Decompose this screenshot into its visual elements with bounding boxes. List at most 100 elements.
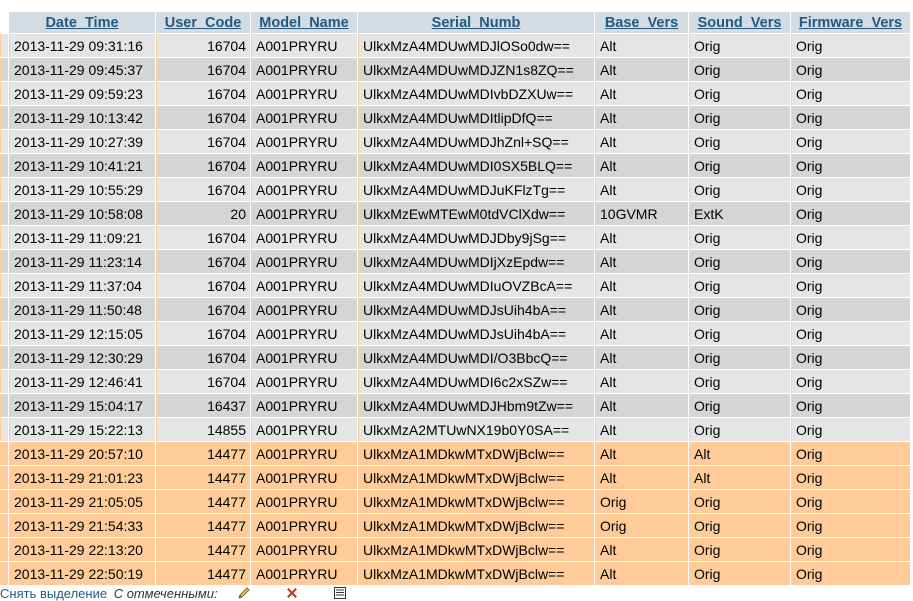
cell-base-vers: Alt xyxy=(595,418,688,441)
cell-date-time: 2013-11-29 12:15:05 xyxy=(9,322,155,345)
cell-sound-vers: Orig xyxy=(689,418,790,441)
cell-serial-numb: UlkxMzA4MDUwMDI0SX5BLQ== xyxy=(358,154,594,177)
cell-date-time: 2013-11-29 21:54:33 xyxy=(9,514,155,537)
cell-date-time: 2013-11-29 12:30:29 xyxy=(9,346,155,369)
row-marker[interactable] xyxy=(0,418,8,441)
table-row[interactable]: 2013-11-29 11:50:48 16704 A001PRYRU UlkxMzA… xyxy=(0,298,910,321)
row-marker[interactable] xyxy=(0,370,8,393)
table-body: 2013-11-29 09:31:16 16704 A001PRYRU UlkxMzA… xyxy=(0,34,910,585)
table-row[interactable]: 2013-11-29 22:50:19 14477 A001PRYRU UlkxMzA… xyxy=(0,562,910,585)
table-row[interactable]: 2013-11-29 10:41:21 16704 A001PRYRU UlkxMzA… xyxy=(0,154,910,177)
cell-model-name: A001PRYRU xyxy=(251,394,357,417)
cell-base-vers: Alt xyxy=(595,538,688,561)
row-marker[interactable] xyxy=(0,34,8,57)
cell-serial-numb: UlkxMzA1MDkwMTxDWjBclw== xyxy=(358,562,594,585)
cell-user-code: 16704 xyxy=(156,346,250,369)
row-marker[interactable] xyxy=(0,202,8,225)
row-marker[interactable] xyxy=(0,106,8,129)
row-marker[interactable] xyxy=(0,178,8,201)
column-header-date-time[interactable]: Date_Time xyxy=(9,12,155,33)
table-row[interactable]: 2013-11-29 09:45:37 16704 A001PRYRU UlkxMzA… xyxy=(0,58,910,81)
row-marker[interactable] xyxy=(0,226,8,249)
row-marker[interactable] xyxy=(0,322,8,345)
cell-serial-numb: UlkxMzA1MDkwMTxDWjBclw== xyxy=(358,538,594,561)
row-marker[interactable] xyxy=(0,154,8,177)
column-header-base-vers[interactable]: Base_Vers xyxy=(595,12,688,33)
cell-serial-numb: UlkxMzA4MDUwMDIjXzEpdw== xyxy=(358,250,594,273)
cell-sound-vers: Orig xyxy=(689,130,790,153)
row-marker[interactable] xyxy=(0,58,8,81)
row-marker[interactable] xyxy=(0,538,8,561)
row-marker[interactable] xyxy=(0,442,8,465)
cell-sound-vers: Orig xyxy=(689,346,790,369)
cell-serial-numb: UlkxMzA4MDUwMDIuOVZBcA== xyxy=(358,274,594,297)
pencil-icon[interactable] xyxy=(237,586,251,600)
cell-base-vers: Alt xyxy=(595,442,688,465)
export-icon[interactable] xyxy=(333,586,347,600)
table-row[interactable]: 2013-11-29 11:09:21 16704 A001PRYRU UlkxMzA… xyxy=(0,226,910,249)
table-row[interactable]: 2013-11-29 11:23:14 16704 A001PRYRU UlkxMzA… xyxy=(0,250,910,273)
cell-date-time: 2013-11-29 20:57:10 xyxy=(9,442,155,465)
column-header-model-name[interactable]: Model_Name xyxy=(251,12,357,33)
table-row[interactable]: 2013-11-29 09:31:16 16704 A001PRYRU UlkxMzA… xyxy=(0,34,910,57)
cell-user-code: 16704 xyxy=(156,250,250,273)
table-row[interactable]: 2013-11-29 09:59:23 16704 A001PRYRU UlkxMzA… xyxy=(0,82,910,105)
row-marker[interactable] xyxy=(0,250,8,273)
cell-sound-vers: Orig xyxy=(689,490,790,513)
cell-serial-numb: UlkxMzA4MDUwMDJhZnl+SQ== xyxy=(358,130,594,153)
cell-date-time: 2013-11-29 10:58:08 xyxy=(9,202,155,225)
column-header-user-code[interactable]: User_Code xyxy=(156,12,250,33)
cell-serial-numb: UlkxMzA1MDkwMTxDWjBclw== xyxy=(358,466,594,489)
table-row[interactable]: 2013-11-29 12:15:05 16704 A001PRYRU UlkxMzA… xyxy=(0,322,910,345)
row-marker[interactable] xyxy=(0,298,8,321)
row-marker[interactable] xyxy=(0,514,8,537)
row-marker[interactable] xyxy=(0,346,8,369)
cell-sound-vers: Alt xyxy=(689,442,790,465)
cell-model-name: A001PRYRU xyxy=(251,562,357,585)
cell-sound-vers: Orig xyxy=(689,106,790,129)
cell-serial-numb: UlkxMzA2MTUwNX19b0Y0SA== xyxy=(358,418,594,441)
table-row[interactable]: 2013-11-29 10:55:29 16704 A001PRYRU UlkxMzA… xyxy=(0,178,910,201)
table-row[interactable]: 2013-11-29 21:54:33 14477 A001PRYRU UlkxMzA… xyxy=(0,514,910,537)
cell-firmware-vers: Orig xyxy=(791,154,910,177)
row-marker[interactable] xyxy=(0,130,8,153)
top-spacer xyxy=(0,0,913,11)
column-header-serial-numb[interactable]: Serial_Numb xyxy=(358,12,594,33)
row-marker[interactable] xyxy=(0,274,8,297)
cell-model-name: A001PRYRU xyxy=(251,490,357,513)
row-marker[interactable] xyxy=(0,466,8,489)
row-marker[interactable] xyxy=(0,394,8,417)
uncheck-all-link[interactable]: Снять выделение xyxy=(0,586,107,601)
row-marker[interactable] xyxy=(0,562,8,585)
cell-user-code: 14477 xyxy=(156,538,250,561)
table-row[interactable]: 2013-11-29 21:01:23 14477 A001PRYRU UlkxMzA… xyxy=(0,466,910,489)
cell-serial-numb: UlkxMzA1MDkwMTxDWjBclw== xyxy=(358,442,594,465)
cell-serial-numb: UlkxMzA4MDUwMDJsUih4bA== xyxy=(358,298,594,321)
table-row[interactable]: 2013-11-29 11:37:04 16704 A001PRYRU UlkxMzA… xyxy=(0,274,910,297)
table-row[interactable]: 2013-11-29 20:57:10 14477 A001PRYRU UlkxMzA… xyxy=(0,442,910,465)
row-marker[interactable] xyxy=(0,490,8,513)
row-marker[interactable] xyxy=(0,82,8,105)
cell-user-code: 16704 xyxy=(156,370,250,393)
cell-base-vers: Alt xyxy=(595,562,688,585)
cell-date-time: 2013-11-29 11:50:48 xyxy=(9,298,155,321)
cell-firmware-vers: Orig xyxy=(791,370,910,393)
delete-icon[interactable] xyxy=(285,586,299,600)
table-row[interactable]: 2013-11-29 10:58:08 20 A001PRYRU UlkxMzEwMT… xyxy=(0,202,910,225)
table-row[interactable]: 2013-11-29 21:05:05 14477 A001PRYRU UlkxMzA… xyxy=(0,490,910,513)
table-row[interactable]: 2013-11-29 15:22:13 14855 A001PRYRU UlkxMzA… xyxy=(0,418,910,441)
table-row[interactable]: 2013-11-29 22:13:20 14477 A001PRYRU UlkxMzA… xyxy=(0,538,910,561)
table-row[interactable]: 2013-11-29 10:13:42 16704 A001PRYRU UlkxMzA… xyxy=(0,106,910,129)
cell-base-vers: Alt xyxy=(595,226,688,249)
table-row[interactable]: 2013-11-29 10:27:39 16704 A001PRYRU UlkxMzA… xyxy=(0,130,910,153)
table-row[interactable]: 2013-11-29 15:04:17 16437 A001PRYRU UlkxMzA… xyxy=(0,394,910,417)
cell-date-time: 2013-11-29 22:50:19 xyxy=(9,562,155,585)
cell-date-time: 2013-11-29 15:22:13 xyxy=(9,418,155,441)
table-row[interactable]: 2013-11-29 12:30:29 16704 A001PRYRU UlkxMzA… xyxy=(0,346,910,369)
column-header-firmware-vers[interactable]: Firmware_Vers xyxy=(791,12,910,33)
column-header-sound-vers[interactable]: Sound_Vers xyxy=(689,12,790,33)
cell-firmware-vers: Orig xyxy=(791,34,910,57)
table-row[interactable]: 2013-11-29 12:46:41 16704 A001PRYRU UlkxMzA… xyxy=(0,370,910,393)
checkbox-column-header xyxy=(0,12,8,33)
cell-serial-numb: UlkxMzA4MDUwMDJDby9jSg== xyxy=(358,226,594,249)
